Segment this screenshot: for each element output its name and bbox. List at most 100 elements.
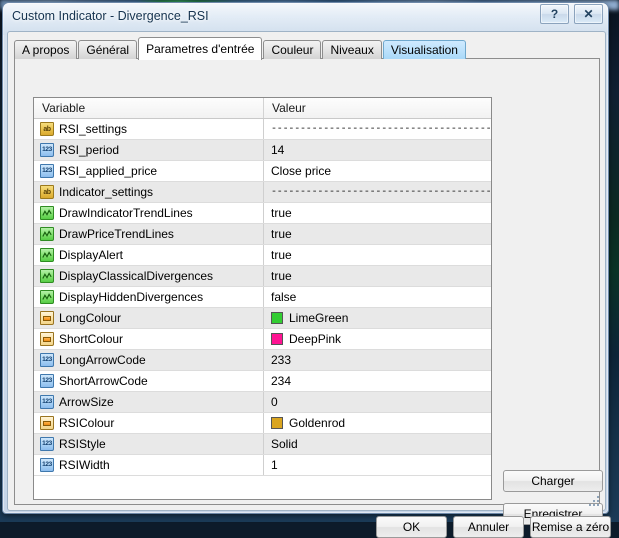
cell-variable: 123LongArrowCode	[34, 350, 264, 370]
tab-bar: A proposGénéralParametres d'entrée Couleu…	[14, 38, 467, 59]
cell-value[interactable]: LimeGreen	[264, 308, 491, 328]
cell-value[interactable]: 1	[264, 455, 491, 475]
boolean-icon	[40, 206, 54, 220]
table-row[interactable]: ShortColour DeepPink	[34, 329, 491, 350]
cell-variable: 123 RSI_period	[34, 140, 264, 160]
cell-value[interactable]: false	[264, 287, 491, 307]
value-text: DeepPink	[289, 332, 341, 346]
cell-value[interactable]: ----------------------------------------…	[264, 119, 491, 139]
table-row[interactable]: 123 RSI_period 14	[34, 140, 491, 161]
value-text: 234	[271, 374, 291, 388]
waveform-glyph	[42, 208, 52, 218]
table-row[interactable]: abIndicator_settings --------------------…	[34, 182, 491, 203]
cell-variable: abRSI_settings	[34, 119, 264, 139]
parameters-grid[interactable]: Variable Valeur abRSI_settings----------…	[33, 97, 492, 500]
cell-value[interactable]: true	[264, 266, 491, 286]
cell-value[interactable]: Close price	[264, 161, 491, 181]
number-icon: 123	[40, 374, 54, 388]
variable-name: DisplayHiddenDivergences	[59, 290, 203, 304]
cell-variable: DrawIndicatorTrendLines	[34, 203, 264, 223]
cell-value[interactable]: 233	[264, 350, 491, 370]
color-swatch	[271, 312, 283, 324]
variable-name: RSI_period	[59, 143, 119, 157]
ok-button[interactable]: OK	[376, 516, 447, 538]
color-icon	[40, 311, 54, 325]
table-row[interactable]: 123ArrowSize 0	[34, 392, 491, 413]
value-text: true	[271, 269, 292, 283]
cell-variable: abIndicator_settings	[34, 182, 264, 202]
value-text: Close price	[271, 164, 331, 178]
cell-value[interactable]: true	[264, 203, 491, 223]
cell-value[interactable]: 234	[264, 371, 491, 391]
table-row[interactable]: DisplayHiddenDivergences false	[34, 287, 491, 308]
color-icon	[40, 332, 54, 346]
string-icon: ab	[40, 122, 54, 136]
cell-value[interactable]: DeepPink	[264, 329, 491, 349]
variable-name: ShortColour	[59, 332, 123, 346]
table-row[interactable]: DrawIndicatorTrendLines true	[34, 203, 491, 224]
cell-variable: DisplayHiddenDivergences	[34, 287, 264, 307]
title-bar[interactable]: Custom Indicator - Divergence_RSI ? ✕	[3, 3, 610, 33]
variable-name: DrawIndicatorTrendLines	[59, 206, 193, 220]
cell-value[interactable]: true	[264, 224, 491, 244]
waveform-glyph	[42, 229, 52, 239]
table-row[interactable]: 123LongArrowCode 233	[34, 350, 491, 371]
waveform-glyph	[42, 250, 52, 260]
table-row[interactable]: 123RSIStyle Solid	[34, 434, 491, 455]
cell-variable: 123ArrowSize	[34, 392, 264, 412]
tab-label: Couleur	[271, 44, 313, 56]
table-row[interactable]: abRSI_settings--------------------------…	[34, 119, 491, 140]
resize-grip-icon[interactable]	[589, 496, 601, 508]
reset-button[interactable]: Remise a zéro	[530, 516, 611, 538]
color-swatch	[271, 333, 283, 345]
value-text: ----------------------------------------…	[271, 187, 491, 198]
cancel-button[interactable]: Annuler	[453, 516, 524, 538]
load-button[interactable]: Charger	[503, 470, 603, 492]
icon-glyph-text: 123	[41, 375, 53, 387]
tab-visualisation[interactable]: Visualisation	[383, 40, 466, 59]
number-icon: 123	[40, 143, 54, 157]
icon-glyph-text: 123	[41, 165, 53, 177]
tab-parametres-d-entr-e[interactable]: Parametres d'entrée	[138, 37, 262, 60]
tab-page-input-parameters: Variable Valeur abRSI_settings----------…	[14, 58, 600, 505]
value-text: Solid	[271, 437, 298, 451]
tab-niveaux[interactable]: Niveaux	[322, 40, 381, 59]
tab-g-n-ral[interactable]: Général	[78, 40, 137, 59]
cell-variable: RSIColour	[34, 413, 264, 433]
boolean-icon	[40, 248, 54, 262]
variable-name: ShortArrowCode	[59, 374, 148, 388]
window-title: Custom Indicator - Divergence_RSI	[12, 9, 209, 23]
table-row[interactable]: DisplayClassicalDivergencestrue	[34, 266, 491, 287]
value-text: 14	[271, 143, 284, 157]
table-row[interactable]: 123RSI_applied_priceClose price	[34, 161, 491, 182]
help-button[interactable]: ?	[540, 4, 569, 24]
table-row[interactable]: 123RSIWidth1	[34, 455, 491, 476]
number-icon: 123	[40, 353, 54, 367]
cell-variable: DisplayAlert	[34, 245, 264, 265]
table-row[interactable]: DisplayAlerttrue	[34, 245, 491, 266]
custom-indicator-dialog: Custom Indicator - Divergence_RSI ? ✕ A …	[2, 2, 609, 514]
tab-a-propos[interactable]: A propos	[14, 40, 77, 59]
tab-couleur[interactable]: Couleur	[263, 40, 321, 59]
boolean-icon	[40, 269, 54, 283]
waveform-glyph	[42, 271, 52, 281]
table-row[interactable]: RSIColourGoldenrod	[34, 413, 491, 434]
question-mark-icon: ?	[551, 8, 558, 20]
cell-value[interactable]: true	[264, 245, 491, 265]
cell-value[interactable]: Solid	[264, 434, 491, 454]
close-button[interactable]: ✕	[574, 4, 603, 24]
table-row[interactable]: LongColourLimeGreen	[34, 308, 491, 329]
table-row[interactable]: DrawPriceTrendLinestrue	[34, 224, 491, 245]
value-text: 233	[271, 353, 291, 367]
icon-glyph-text: 123	[41, 459, 53, 471]
cell-variable: 123RSIStyle	[34, 434, 264, 454]
variable-name: Indicator_settings	[59, 185, 153, 199]
value-text: 0	[271, 395, 278, 409]
cell-value[interactable]: Goldenrod	[264, 413, 491, 433]
desktop-background: Custom Indicator - Divergence_RSI ? ✕ A …	[0, 0, 619, 522]
cell-value[interactable]: ----------------------------------------…	[264, 182, 491, 202]
table-row[interactable]: 123 ShortArrowCode 234	[34, 371, 491, 392]
cell-value[interactable]: 14	[264, 140, 491, 160]
cell-variable: ShortColour	[34, 329, 264, 349]
cell-value[interactable]: 0	[264, 392, 491, 412]
